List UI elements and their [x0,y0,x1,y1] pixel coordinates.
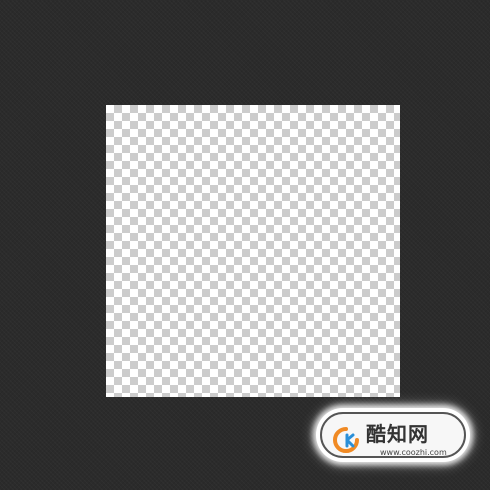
watermark-background: 酷知网 www.coozhi.com [316,408,470,462]
transparent-document-layer[interactable] [106,105,400,397]
watermark-brand-name: 酷知网 [366,422,429,446]
coozhi-logo-icon [332,426,360,454]
watermark-badge: 酷知网 www.coozhi.com [310,402,476,468]
watermark-url: www.coozhi.com [380,448,447,457]
watermark-border: 酷知网 www.coozhi.com [320,412,466,458]
